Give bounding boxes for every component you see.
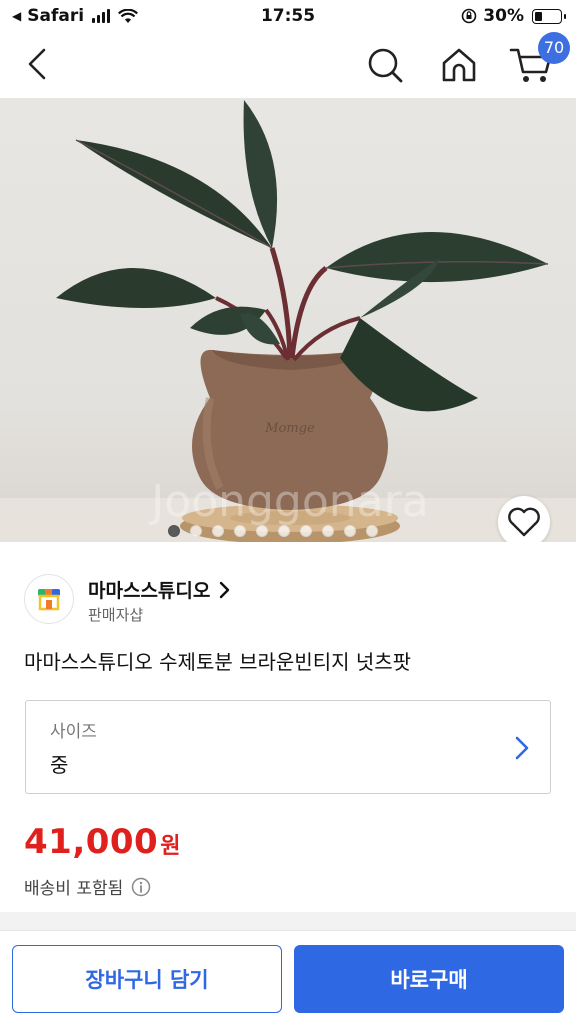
cart-count-badge[interactable]: 70: [538, 32, 570, 64]
battery-icon: [532, 8, 566, 24]
favorite-button[interactable]: [498, 496, 550, 542]
watermark: Joonggonara: [148, 476, 428, 527]
shipping-text: 배송비 포함됨: [24, 879, 124, 899]
status-right: 30%: [461, 6, 566, 26]
seller-name[interactable]: 마마스스튜디오: [88, 576, 230, 603]
price: 41,000 원: [24, 822, 180, 862]
carousel-dot[interactable]: [212, 525, 224, 537]
section-divider: [0, 912, 576, 930]
option-label: 사이즈: [50, 722, 97, 742]
shop-icon: [38, 589, 60, 611]
plant-photo: Momge Joonggonara: [0, 100, 576, 542]
product-title: 마마스스튜디오 수제토분 브라운빈티지 넛츠팟: [24, 650, 412, 674]
status-bar: ◀ Safari 17:55 30%: [0, 0, 576, 34]
carousel-dot[interactable]: [344, 525, 356, 537]
chevron-right-icon: [515, 736, 529, 760]
option-value: 중: [50, 753, 69, 777]
carousel-dot[interactable]: [278, 525, 290, 537]
carousel-dot[interactable]: [256, 525, 268, 537]
price-amount: 41,000: [24, 822, 159, 862]
carousel-dot[interactable]: [190, 525, 202, 537]
price-unit: 원: [160, 834, 181, 859]
shipping-info: 배송비 포함됨: [24, 874, 151, 899]
home-icon[interactable]: [438, 44, 480, 86]
bottom-action-bar: 장바구니 담기 바로구매: [0, 930, 576, 1024]
info-icon[interactable]: [131, 877, 151, 897]
search-icon[interactable]: [364, 44, 406, 86]
carousel-dots: [168, 525, 378, 537]
battery-percent: 30%: [483, 6, 524, 26]
carousel-dot[interactable]: [366, 525, 378, 537]
seller-subtitle: 판매자샵: [88, 606, 144, 624]
buy-now-button[interactable]: 바로구매: [294, 945, 564, 1013]
seller-info[interactable]: 마마스스튜디오 판매자샵: [24, 574, 544, 628]
add-to-cart-button[interactable]: 장바구니 담기: [12, 945, 282, 1013]
size-option-select[interactable]: 사이즈 중: [25, 700, 551, 794]
seller-logo[interactable]: [24, 574, 74, 624]
heart-icon: [508, 507, 540, 537]
svg-text:Momge: Momge: [264, 421, 315, 436]
carousel-dot[interactable]: [168, 525, 180, 537]
back-arrow-icon[interactable]: [18, 44, 58, 84]
chevron-right-icon: [220, 581, 230, 598]
top-nav: [0, 34, 576, 98]
product-image[interactable]: Momge Joonggonara: [0, 98, 576, 542]
orientation-lock-icon: [461, 8, 477, 24]
carousel-dot[interactable]: [234, 525, 246, 537]
seller-name-text: 마마스스튜디오: [88, 580, 211, 602]
carousel-dot[interactable]: [322, 525, 334, 537]
carousel-dot[interactable]: [300, 525, 312, 537]
